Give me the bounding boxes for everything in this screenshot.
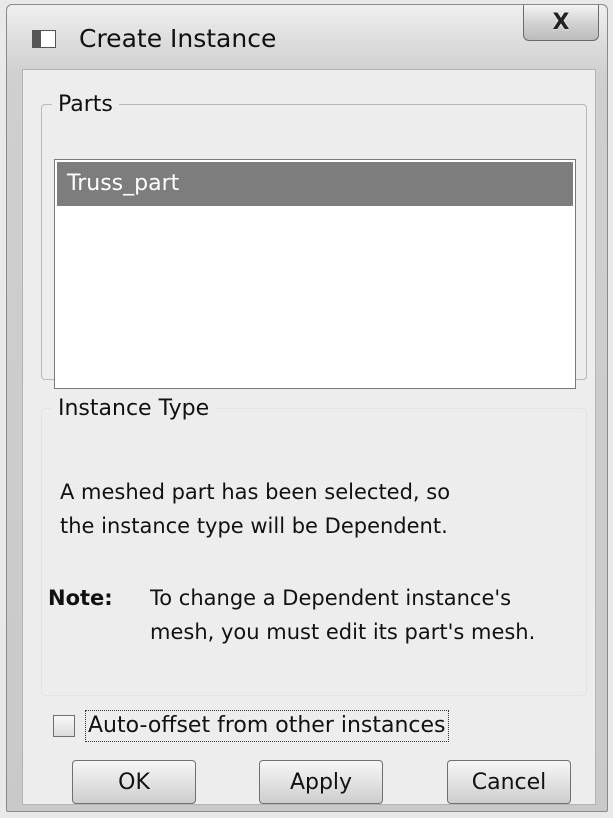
cancel-button[interactable]: Cancel (447, 760, 571, 804)
list-item-truss-part[interactable]: Truss_part (57, 162, 573, 206)
note-label: Note: (48, 586, 113, 610)
message-line-2: the instance type will be Dependent. (60, 514, 448, 538)
instance-type-group: Instance Type A meshed part has been sel… (41, 396, 587, 696)
auto-offset-checkbox[interactable] (53, 715, 75, 737)
instance-type-label: Instance Type (58, 396, 210, 421)
window-app-icon (32, 30, 56, 48)
parts-list[interactable]: Truss_part (54, 159, 576, 389)
note-line-2: mesh, you must edit its part's mesh. (150, 620, 536, 644)
parts-group: Parts Truss_part (41, 92, 587, 389)
auto-offset-label[interactable]: Auto-offset from other instances (85, 710, 449, 742)
auto-offset-row[interactable]: Auto-offset from other instances (53, 708, 449, 744)
close-icon: X (552, 10, 570, 35)
dialog-content: Parts Truss_part Instance Type A meshed … (22, 69, 596, 805)
ok-button[interactable]: OK (72, 760, 196, 804)
close-button[interactable]: X (523, 5, 599, 41)
instance-type-message: A meshed part has been selected, so the … (60, 475, 450, 543)
parts-group-label: Parts (58, 92, 113, 117)
message-line-1: A meshed part has been selected, so (60, 480, 451, 504)
dialog-title: Create Instance (79, 24, 277, 53)
create-instance-dialog: Create Instance X Parts Truss_part Insta… (6, 4, 608, 812)
note-text: To change a Dependent instance's mesh, y… (150, 581, 535, 649)
apply-button[interactable]: Apply (259, 760, 383, 804)
title-bar: Create Instance X (7, 5, 607, 69)
note-line-1: To change a Dependent instance's (150, 586, 512, 610)
